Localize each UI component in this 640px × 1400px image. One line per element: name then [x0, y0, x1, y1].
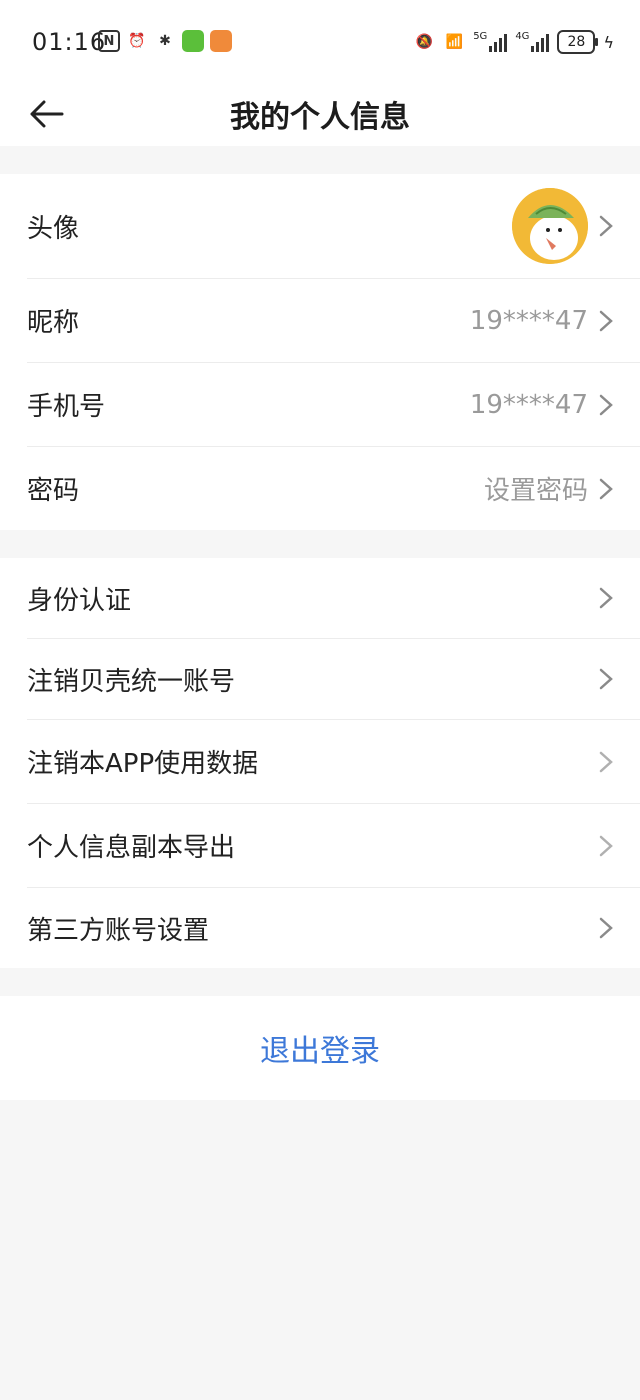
list-item-cancel-unified-account[interactable]: 注销贝壳统一账号: [27, 639, 640, 720]
signal-icon-1: 5G: [473, 32, 508, 52]
list-item-label: 注销贝壳统一账号: [27, 666, 236, 697]
chevron-right-icon: [596, 393, 616, 417]
signal-icon-2: 4G: [515, 32, 550, 52]
wifi-icon: 📶: [445, 34, 463, 50]
app-notification-icon-2: [210, 30, 232, 52]
alarm-icon: ⏰: [128, 33, 146, 49]
section-spacer: [0, 146, 640, 174]
logout-button[interactable]: 退出登录: [260, 1026, 380, 1070]
chevron-right-icon: [596, 477, 616, 501]
nickname-row[interactable]: 昵称 19****47: [27, 279, 640, 363]
status-right-icons: 🔕 📶 5G 4G 28 ϟ: [413, 30, 614, 54]
section-spacer: [0, 968, 640, 996]
list-item-label: 个人信息副本导出: [27, 833, 236, 863]
phone-row[interactable]: 手机号 19****47: [27, 363, 640, 447]
avatar: [512, 188, 588, 264]
phone-label: 手机号: [27, 392, 106, 422]
bluetooth-icon: ✱: [159, 33, 171, 49]
avatar-row[interactable]: 头像: [27, 174, 640, 279]
page-title: 我的个人信息: [230, 100, 410, 135]
list-item-cancel-app-data[interactable]: 注销本APP使用数据: [27, 720, 640, 804]
password-value: 设置密码: [483, 476, 588, 506]
profile-card: 头像 昵称 19****47 手机号 19****47 密码 设置密码: [0, 174, 640, 530]
nickname-value: 19****47: [469, 305, 588, 336]
list-item-identity-verification[interactable]: 身份认证: [27, 558, 640, 639]
chevron-right-icon: [596, 309, 616, 333]
account-card: 身份认证 注销贝壳统一账号 注销本APP使用数据 个人信息副本导出 第三方账号设…: [0, 558, 640, 968]
password-row[interactable]: 密码 设置密码: [27, 447, 640, 530]
chevron-right-icon: [596, 667, 616, 691]
section-spacer: [0, 530, 640, 558]
nfc-icon: N: [98, 30, 120, 52]
list-item-label: 注销本APP使用数据: [27, 749, 259, 779]
status-time: 01:16: [32, 28, 107, 56]
logout-section: 退出登录: [0, 996, 640, 1100]
nickname-label: 昵称: [27, 308, 80, 338]
chevron-right-icon: [596, 916, 616, 940]
top-app-bar: 我的个人信息: [0, 86, 640, 146]
mute-icon: 🔕: [415, 34, 433, 50]
avatar-label: 头像: [27, 213, 80, 244]
status-bar: 01:16 N ⏰ ✱ 🔕 📶 5G 4G 28 ϟ: [0, 0, 640, 86]
chevron-right-icon: [596, 214, 616, 238]
chevron-right-icon: [596, 586, 616, 610]
app-notification-icon: [182, 30, 204, 52]
list-item-label: 身份认证: [27, 585, 132, 616]
list-item-label: 第三方账号设置: [27, 915, 210, 946]
chevron-right-icon: [596, 750, 616, 774]
list-item-third-party-accounts[interactable]: 第三方账号设置: [27, 888, 640, 968]
chevron-right-icon: [596, 834, 616, 858]
list-item-export-personal-info[interactable]: 个人信息副本导出: [27, 804, 640, 888]
phone-value: 19****47: [469, 389, 588, 420]
status-left-icons: N ⏰ ✱: [98, 30, 232, 52]
charging-icon: ϟ: [603, 32, 614, 52]
battery-icon: 28: [557, 30, 599, 54]
password-label: 密码: [27, 476, 80, 506]
